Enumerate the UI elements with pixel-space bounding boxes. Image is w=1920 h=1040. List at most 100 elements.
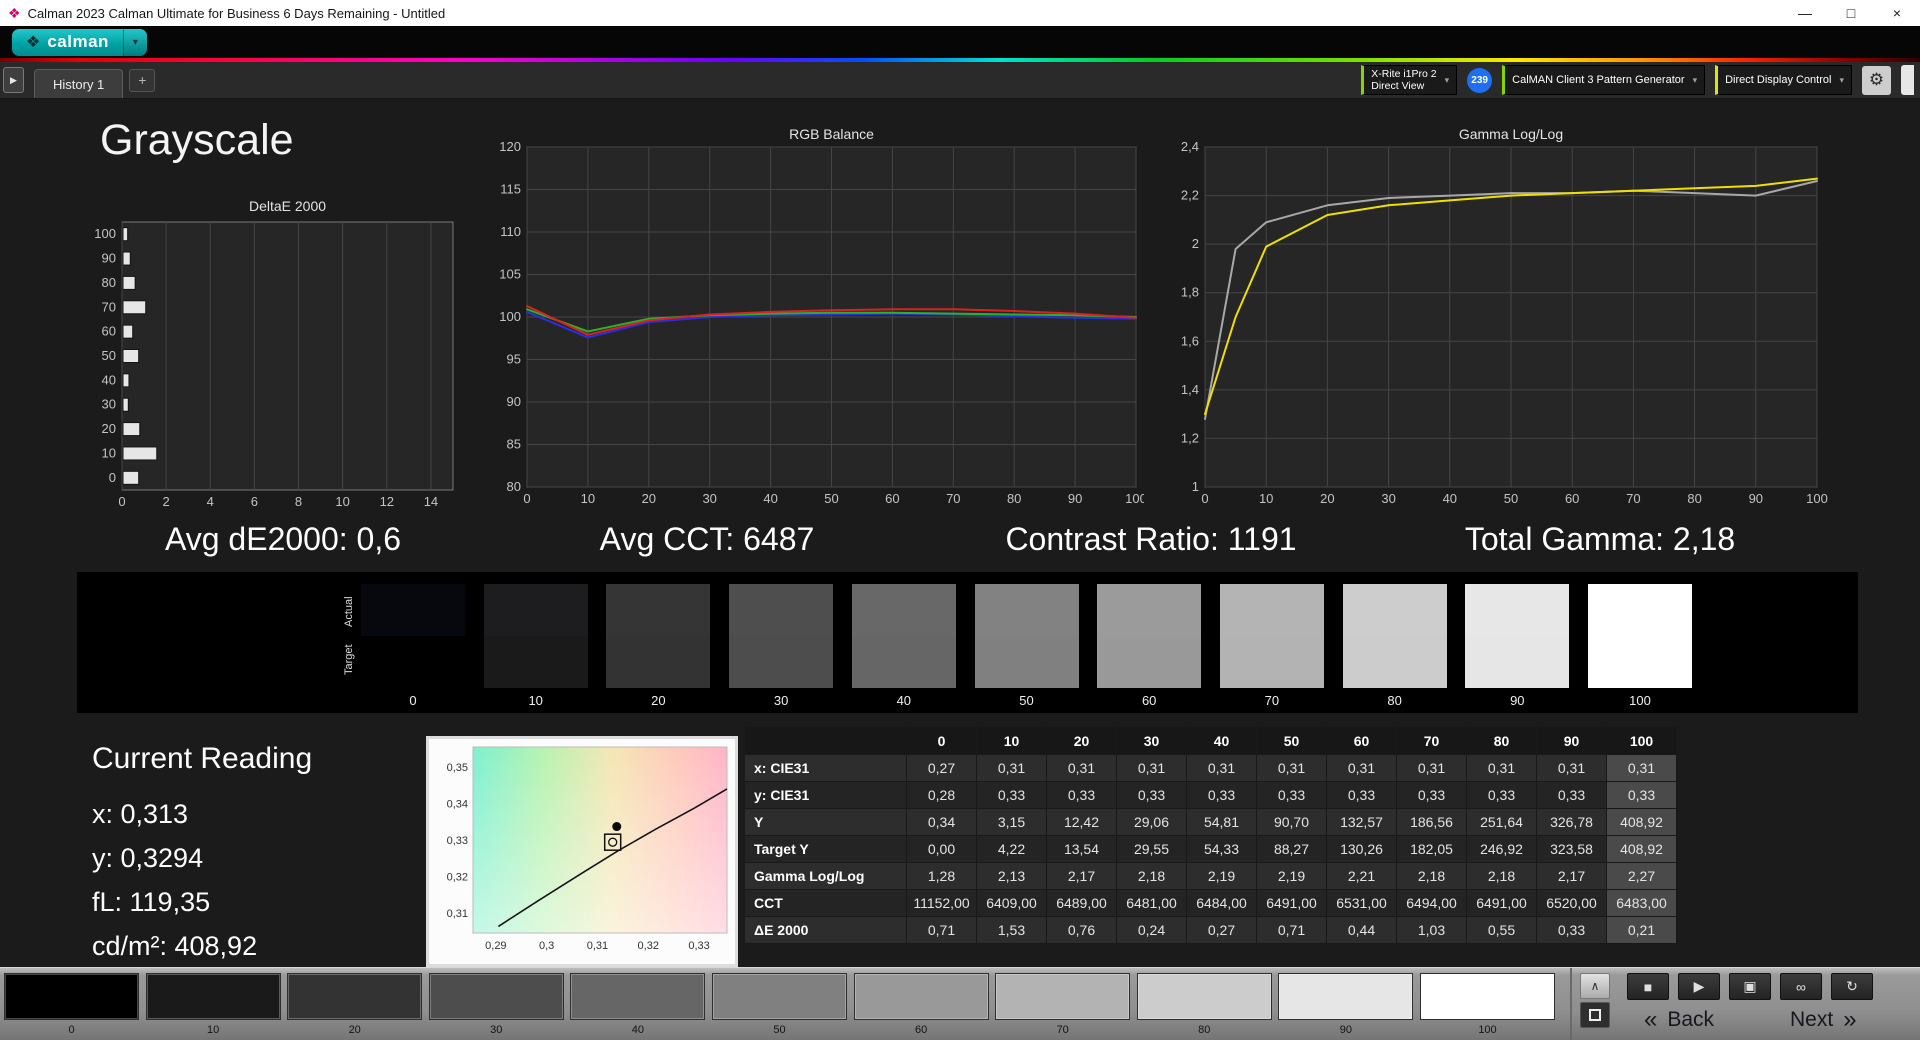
pattern-button-80[interactable]: [1136, 973, 1272, 1020]
save-button[interactable]: ▣: [1729, 973, 1771, 1000]
pattern-button-0[interactable]: [4, 973, 139, 1020]
table-cell: 1,28: [907, 863, 977, 890]
pattern-button-label: 50: [773, 1024, 786, 1036]
svg-text:110: 110: [500, 224, 521, 239]
svg-text:40: 40: [102, 372, 116, 387]
table-cell: 2,21: [1327, 863, 1397, 890]
pattern-button-label: 100: [1478, 1024, 1497, 1036]
pattern-button-10[interactable]: [145, 973, 281, 1020]
calman-logo-text: calman: [47, 32, 109, 51]
svg-text:80: 80: [1007, 491, 1021, 506]
svg-text:60: 60: [885, 491, 899, 506]
add-tab-button[interactable]: +: [129, 68, 156, 92]
chevron-up-icon[interactable]: ∧: [1580, 973, 1610, 999]
table-cell: 0,31: [1257, 755, 1327, 782]
pattern-button-20[interactable]: [287, 973, 423, 1020]
table-header-cell: 30: [1117, 727, 1187, 755]
display-control-name: Direct Display Control: [1725, 74, 1832, 86]
svg-text:50: 50: [102, 348, 116, 363]
table-row-label: Target Y: [745, 836, 907, 863]
swatch-actual-40: [851, 584, 956, 636]
meter-dropdown[interactable]: X-Rite i1Pro 2 Direct View ▾: [1361, 65, 1458, 95]
table-cell: 326,78: [1537, 809, 1607, 836]
play-button[interactable]: ▶: [1678, 973, 1720, 1000]
svg-text:1: 1: [1192, 479, 1199, 494]
table-cell: 251,64: [1467, 809, 1537, 836]
stop-button[interactable]: ■: [1627, 973, 1669, 1000]
svg-text:0: 0: [523, 491, 530, 506]
maximize-button[interactable]: □: [1828, 0, 1874, 26]
target-row-label: Target: [343, 644, 355, 676]
svg-text:70: 70: [102, 299, 116, 314]
table-cell: 0,33: [1537, 917, 1607, 944]
chevron-down-icon[interactable]: ▾: [122, 28, 147, 56]
svg-text:50: 50: [1504, 491, 1518, 506]
pattern-button-30[interactable]: [428, 973, 564, 1020]
collapsed-panel-handle[interactable]: [1901, 65, 1914, 95]
table-row: Y 0,34 3,15 12,42 29,06 54,81 90,70 132,57 186,5…: [745, 809, 1678, 836]
svg-text:2,4: 2,4: [1181, 139, 1199, 154]
table-cell: 6494,00: [1397, 890, 1467, 917]
svg-text:0,3: 0,3: [539, 940, 554, 952]
refresh-button[interactable]: ↻: [1831, 973, 1873, 1000]
svg-text:0,35: 0,35: [447, 762, 468, 774]
table-cell: 2,17: [1047, 863, 1117, 890]
table-header-cell: 60: [1327, 727, 1397, 755]
swatch-level-label: 60: [1141, 693, 1157, 708]
tab-history-1[interactable]: History 1: [34, 69, 124, 98]
swatch-target-60: [1097, 636, 1202, 688]
svg-text:90: 90: [1068, 491, 1082, 506]
table-cell: 0,33: [1467, 782, 1537, 809]
meter-mode: Direct View: [1371, 80, 1425, 92]
swatch-target-80: [1342, 636, 1447, 688]
pattern-generator-dropdown[interactable]: CalMAN Client 3 Pattern Generator ▾: [1502, 65, 1706, 95]
pattern-button-50[interactable]: [712, 973, 847, 1020]
svg-text:1,8: 1,8: [1181, 285, 1199, 300]
minimize-button[interactable]: —: [1782, 0, 1828, 26]
swatch-target-100: [1588, 636, 1692, 688]
reading-x: x: 0,313: [92, 799, 189, 829]
cie-chromaticity-chart: 0,31 0,32 0,33 0,34 0,35 0,29 0,3 0,31 0,32 0,33: [426, 736, 738, 967]
table-row: Target Y 0,00 4,22 13,54 29,55 54,33 88,27 130,…: [745, 836, 1678, 863]
link-button[interactable]: ∞: [1780, 973, 1822, 1000]
back-button[interactable]: « Back: [1644, 1004, 1714, 1036]
tab-scroll-arrow-icon[interactable]: ▶: [3, 67, 24, 93]
table-row: ΔE 2000 0,71 1,53 0,76 0,24 0,27 0,71 0,44 1,03 0…: [745, 917, 1678, 944]
svg-text:20: 20: [642, 491, 656, 506]
svg-text:30: 30: [102, 397, 116, 412]
svg-text:10: 10: [102, 445, 116, 460]
swatch-target-20: [606, 636, 711, 688]
table-cell: 0,44: [1327, 917, 1397, 944]
swatch-actual-10: [483, 584, 588, 636]
grayscale-swatch-50: [974, 584, 1079, 688]
reading-cdm2: cd/m²: 408,92: [92, 931, 258, 961]
chevron-down-icon: ▾: [1444, 74, 1450, 85]
calman-menu-button[interactable]: ❖ calman ▾: [12, 28, 147, 56]
next-button[interactable]: Next »: [1790, 1004, 1857, 1036]
svg-text:50: 50: [824, 491, 838, 506]
svg-text:0,31: 0,31: [587, 940, 608, 952]
gear-icon[interactable]: ⚙: [1862, 65, 1891, 95]
svg-text:85: 85: [507, 437, 521, 452]
pattern-window-button[interactable]: [1580, 1002, 1610, 1028]
display-control-dropdown[interactable]: Direct Display Control ▾: [1715, 65, 1852, 95]
table-cell: 2,19: [1257, 863, 1327, 890]
pattern-button-70[interactable]: [995, 973, 1131, 1020]
table-cell: 2,27: [1607, 863, 1677, 890]
pattern-button-100[interactable]: [1420, 973, 1555, 1020]
table-cell: 3,15: [977, 809, 1047, 836]
swatch-level-label: 100: [1629, 693, 1651, 708]
pattern-button-40[interactable]: [570, 973, 706, 1020]
current-reading-title: Current Reading: [92, 742, 313, 775]
close-button[interactable]: ×: [1874, 0, 1920, 26]
table-cell: 0,31: [1327, 755, 1397, 782]
svg-text:80: 80: [102, 275, 116, 290]
table-row-label: Gamma Log/Log: [745, 863, 907, 890]
pattern-button-60[interactable]: [853, 973, 989, 1020]
pattern-button-90[interactable]: [1278, 973, 1414, 1020]
table-header-cell: 70: [1397, 727, 1467, 755]
swatch-level-label: 10: [528, 693, 543, 708]
swatch-actual-100: [1588, 584, 1692, 636]
table-cell: 130,26: [1327, 836, 1397, 863]
pattern-button-label: 80: [1198, 1024, 1211, 1036]
